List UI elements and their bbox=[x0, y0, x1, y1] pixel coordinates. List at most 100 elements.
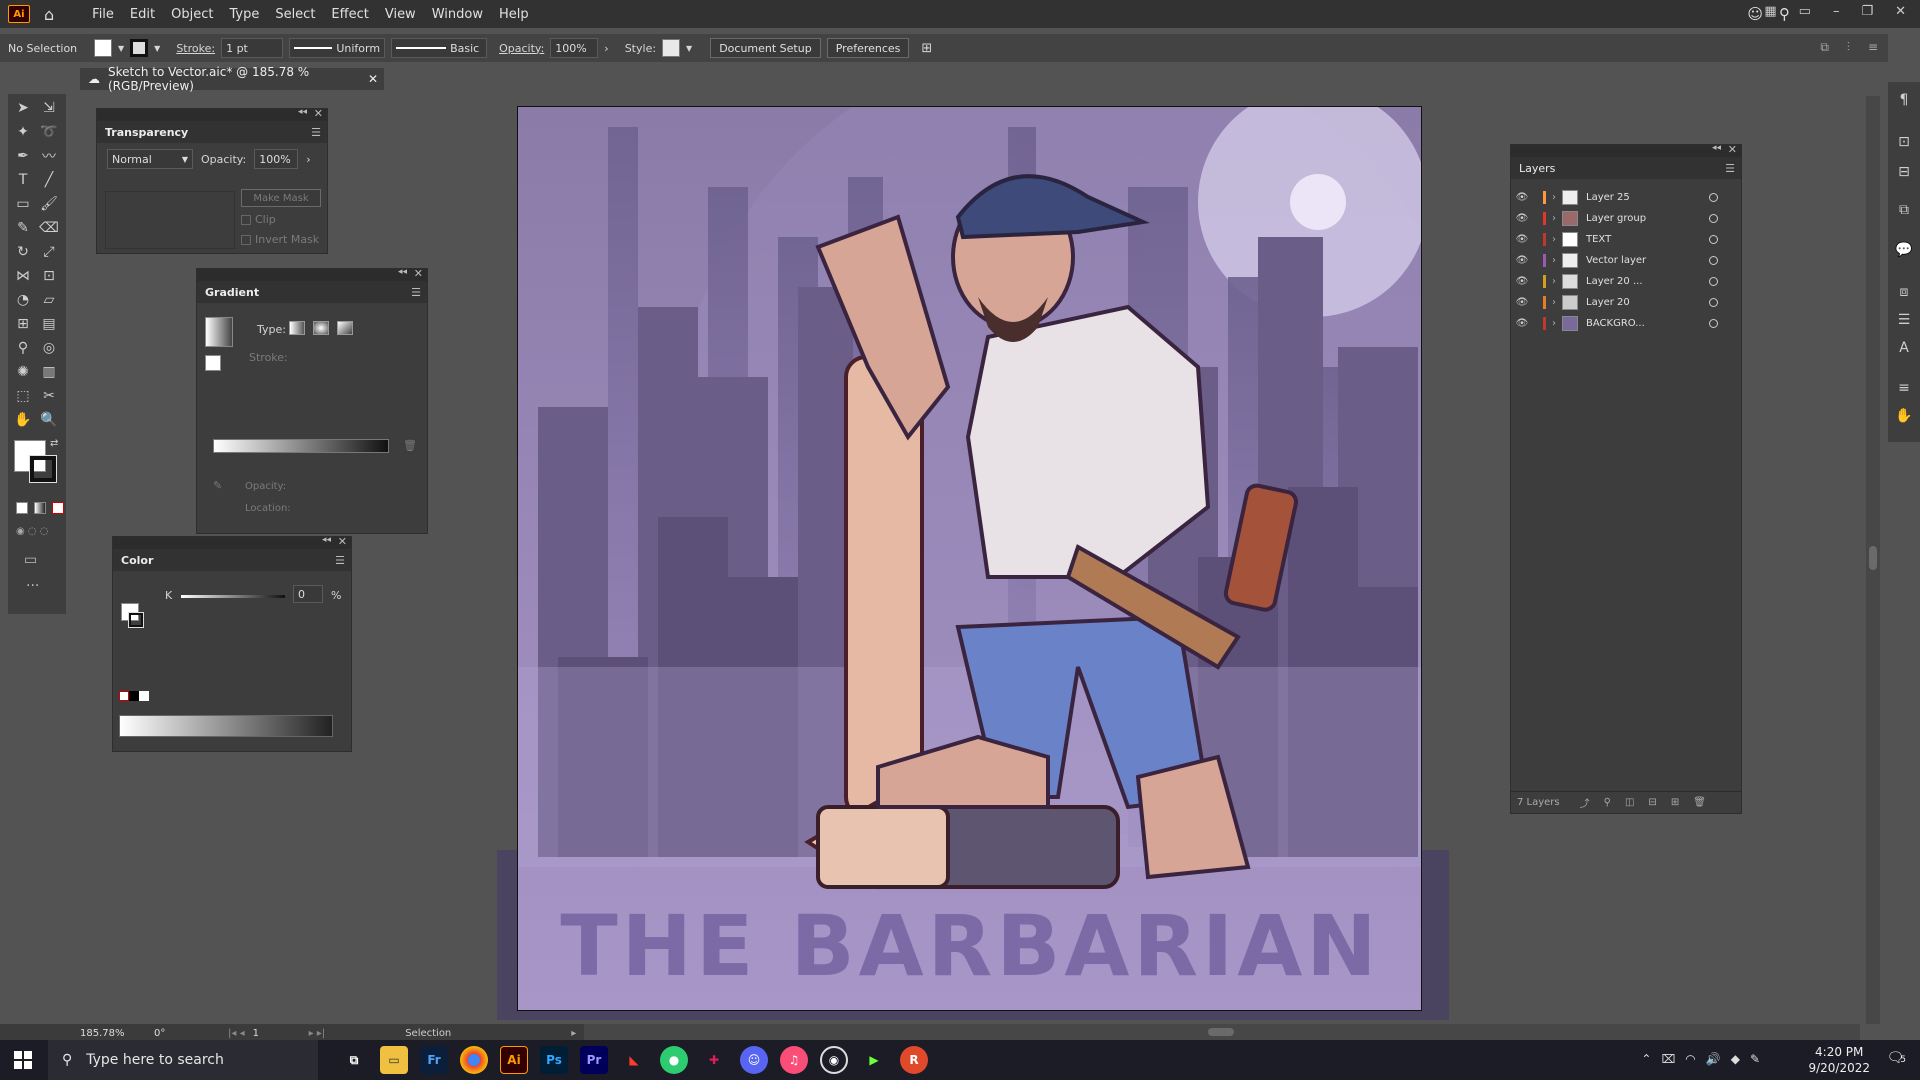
gradient-slider[interactable] bbox=[213, 439, 389, 453]
layer-name[interactable]: Layer group bbox=[1586, 213, 1646, 224]
close-icon[interactable]: ✕ bbox=[1728, 143, 1737, 156]
gradient-tool-icon[interactable]: ▤ bbox=[38, 314, 60, 334]
layer-name[interactable]: Layer 20 bbox=[1586, 297, 1630, 308]
document-setup-button[interactable]: Document Setup bbox=[710, 38, 821, 58]
curvature-tool-icon[interactable]: 〰 bbox=[38, 146, 60, 166]
rotation-field[interactable]: 0° bbox=[150, 1025, 214, 1041]
layer-row[interactable]: 👁 › Layer group bbox=[1511, 208, 1741, 229]
layer-row[interactable]: 👁 › Layer 20 ... bbox=[1511, 271, 1741, 292]
symbol-sprayer-tool-icon[interactable]: ✺ bbox=[12, 362, 34, 382]
network-icon[interactable]: ⌧ bbox=[1661, 1052, 1675, 1066]
layer-row[interactable]: 👁 › Layer 20 bbox=[1511, 292, 1741, 313]
chevron-up-icon[interactable]: ⌃ bbox=[1641, 1052, 1651, 1066]
delete-stop-icon[interactable]: 🗑 bbox=[403, 439, 417, 452]
adobe-fresco-icon[interactable]: Fr bbox=[420, 1046, 448, 1074]
menu-icon[interactable]: ≡ bbox=[1868, 40, 1878, 55]
artboard-nav-icon[interactable]: |◂ ◂ bbox=[228, 1028, 245, 1039]
opacity-label[interactable]: Opacity: bbox=[499, 42, 544, 55]
none-mode-icon[interactable] bbox=[52, 502, 64, 514]
close-icon[interactable]: ✕ bbox=[414, 267, 423, 280]
scroll-thumb[interactable] bbox=[1869, 546, 1877, 570]
screen-mode-icon[interactable]: ▭ bbox=[24, 552, 37, 568]
visibility-eye-icon[interactable]: 👁 bbox=[1511, 297, 1533, 308]
layer-row[interactable]: 👁 › TEXT bbox=[1511, 229, 1741, 250]
line-tool-icon[interactable]: ╱ bbox=[38, 170, 60, 190]
document-tab[interactable]: ☁ Sketch to Vector.aic* @ 185.78 % (RGB/… bbox=[80, 65, 384, 93]
menu-object[interactable]: Object bbox=[163, 7, 221, 22]
zoom-tool-icon[interactable]: 🔍 bbox=[38, 410, 60, 430]
opacity-field[interactable]: 100% bbox=[550, 38, 599, 58]
expand-chevron-icon[interactable]: › bbox=[1546, 192, 1562, 203]
visibility-eye-icon[interactable]: 👁 bbox=[1511, 276, 1533, 287]
style-label[interactable]: Style: bbox=[625, 42, 656, 55]
home-icon[interactable]: ⌂ bbox=[44, 5, 54, 24]
volume-icon[interactable]: 🔊 bbox=[1706, 1052, 1721, 1066]
gradient-preview-swatch[interactable] bbox=[205, 317, 233, 347]
align-icon[interactable]: ⊟ bbox=[1893, 162, 1915, 182]
blend-mode-select[interactable]: Normal ▼ bbox=[107, 149, 193, 169]
collapse-icon[interactable]: ◂◂ bbox=[398, 267, 407, 277]
pen-icon[interactable]: ✎ bbox=[1750, 1052, 1760, 1066]
style-swatch[interactable] bbox=[662, 39, 681, 57]
menu-effect[interactable]: Effect bbox=[323, 7, 376, 22]
chevron-right-icon[interactable]: › bbox=[604, 42, 608, 55]
rotate-tool-icon[interactable]: ↻ bbox=[12, 242, 34, 262]
zoom-field[interactable]: 185.78% bbox=[76, 1025, 146, 1041]
align-icon[interactable]: ⊞ bbox=[921, 41, 932, 56]
expand-chevron-icon[interactable]: › bbox=[1546, 276, 1562, 287]
expand-chevron-icon[interactable]: › bbox=[1546, 318, 1562, 329]
brush-select[interactable]: Basic bbox=[391, 38, 488, 58]
menu-view[interactable]: View bbox=[377, 7, 424, 22]
menu-help[interactable]: Help bbox=[491, 7, 537, 22]
scale-tool-icon[interactable]: ⤢ bbox=[38, 242, 60, 262]
linear-gradient-icon[interactable] bbox=[289, 321, 305, 335]
chevron-down-icon[interactable]: ▼ bbox=[118, 44, 124, 53]
arrange-icon[interactable]: ▭ bbox=[1799, 4, 1811, 19]
k-value-field[interactable]: 0 bbox=[293, 585, 323, 603]
hand-tool-icon[interactable]: ✋ bbox=[12, 410, 34, 430]
opacity-field[interactable]: 100% bbox=[254, 149, 299, 169]
eraser-tool-icon[interactable]: ⌫ bbox=[38, 218, 60, 238]
stroke-swatch[interactable] bbox=[130, 39, 149, 57]
swap-colors-icon[interactable]: ⇄ bbox=[50, 438, 58, 449]
more-tools-icon[interactable]: ··· bbox=[26, 578, 39, 594]
panel-menu-icon[interactable]: ☰ bbox=[335, 554, 345, 567]
obs-icon[interactable]: ◉ bbox=[820, 1046, 848, 1074]
red-app-icon[interactable]: R bbox=[900, 1046, 928, 1074]
task-view-icon[interactable]: ⧉ bbox=[340, 1046, 368, 1074]
scroll-thumb[interactable] bbox=[1208, 1028, 1234, 1036]
panel-options-icon[interactable]: ⫶ bbox=[1847, 40, 1850, 55]
panel-menu-icon[interactable]: ☰ bbox=[411, 286, 421, 299]
layer-name[interactable]: Layer 20 ... bbox=[1586, 276, 1643, 287]
magic-wand-tool-icon[interactable]: ✦ bbox=[12, 122, 34, 142]
direct-selection-tool-icon[interactable]: ⇲ bbox=[38, 98, 60, 118]
visibility-eye-icon[interactable]: 👁 bbox=[1511, 234, 1533, 245]
new-layer-icon[interactable]: ⊞ bbox=[1671, 797, 1679, 808]
panel-header[interactable]: Gradient ☰ bbox=[197, 281, 427, 303]
comment-icon[interactable]: 💬 bbox=[1893, 240, 1915, 260]
black-swatch[interactable] bbox=[129, 691, 139, 701]
stroke-label[interactable]: Stroke: bbox=[176, 42, 215, 55]
layer-name[interactable]: Vector layer bbox=[1586, 255, 1646, 266]
acrobat-icon[interactable]: ◣ bbox=[620, 1046, 648, 1074]
panel-header[interactable]: Transparency ☰ bbox=[97, 121, 327, 143]
target-circle-icon[interactable] bbox=[1709, 214, 1718, 223]
panel-header[interactable]: Color ☰ bbox=[113, 549, 351, 571]
menu-file[interactable]: File bbox=[84, 7, 122, 22]
notification-icon[interactable]: 🗨5 bbox=[1886, 1050, 1906, 1066]
app-green-icon[interactable]: ● bbox=[660, 1046, 688, 1074]
draw-mode-icon[interactable]: ◉ ◌ ◌ bbox=[16, 526, 62, 538]
panel-menu-icon[interactable]: ☰ bbox=[311, 126, 321, 139]
menu-window[interactable]: Window bbox=[424, 7, 491, 22]
minimize-icon[interactable]: – bbox=[1833, 4, 1840, 19]
blend-tool-icon[interactable]: ◎ bbox=[38, 338, 60, 358]
chevron-right-icon[interactable]: › bbox=[306, 153, 310, 166]
menu-edit[interactable]: Edit bbox=[122, 7, 163, 22]
collapse-icon[interactable]: ◂◂ bbox=[1712, 143, 1721, 153]
puppet-warp-icon[interactable]: ✋ bbox=[1893, 406, 1915, 426]
close-icon[interactable]: ✕ bbox=[1895, 4, 1906, 19]
horizontal-scrollbar[interactable] bbox=[584, 1024, 1860, 1040]
target-circle-icon[interactable] bbox=[1709, 277, 1718, 286]
pen-tool-icon[interactable]: ✒ bbox=[12, 146, 34, 166]
play-icon[interactable]: ▸ bbox=[571, 1028, 576, 1039]
